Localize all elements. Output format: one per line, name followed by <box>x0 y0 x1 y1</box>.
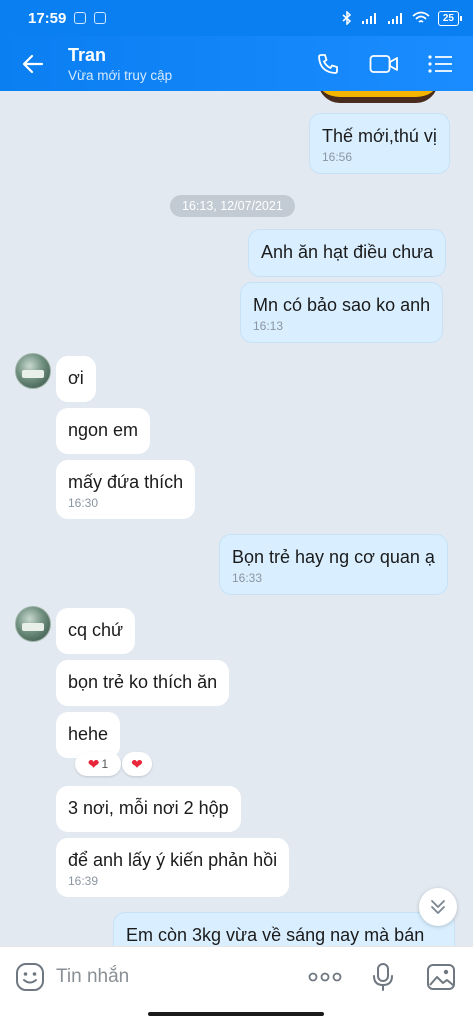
message-time: 16:33 <box>232 571 263 585</box>
message-bubble[interactable]: 3 nơi, mỗi nơi 2 hộp <box>56 786 241 832</box>
status-time: 17:59 <box>28 9 67 27</box>
bluetooth-icon <box>342 11 351 25</box>
message-time: 16:13 <box>253 319 284 333</box>
message-text: ơi <box>68 368 84 388</box>
scroll-to-bottom-button[interactable] <box>419 888 457 926</box>
message-bubble[interactable]: Mn có bảo sao ko anh 16:13 <box>240 282 444 343</box>
system-navigation-bar <box>0 1006 473 1024</box>
image-icon <box>427 963 455 990</box>
message-text: hehe <box>68 724 109 744</box>
more-options-button[interactable] <box>307 959 343 995</box>
menu-list-icon <box>428 54 452 73</box>
home-gesture-handle[interactable] <box>148 1012 324 1016</box>
back-button[interactable] <box>8 36 58 91</box>
message-text: mấy đứa thích <box>68 472 184 492</box>
message-bubble[interactable]: cq chứ <box>56 608 136 654</box>
double-chevron-down-icon <box>431 900 445 914</box>
video-call-button[interactable] <box>367 47 401 81</box>
heart-icon: ❤ <box>87 755 100 772</box>
image-picker-button[interactable] <box>423 959 459 995</box>
contact-info[interactable]: Tran Vừa mới truy cập <box>68 45 172 83</box>
message-input-bar: Tin nhắn <box>0 946 473 1006</box>
phone-icon <box>318 53 338 74</box>
date-divider: 16:13, 12/07/2021 <box>170 195 295 217</box>
message-bubble[interactable]: Thế mới,thú vị 16:56 <box>309 113 450 174</box>
emoji-icon <box>16 962 44 991</box>
message-bubble[interactable]: Em còn 3kg vừa về sáng nay mà bán <box>113 912 455 946</box>
message-text: Bọn trẻ hay ng cơ quan ạ <box>232 547 435 567</box>
chat-area[interactable]: Thế mới,thú vị 16:56 16:13, 12/07/2021 A… <box>0 91 473 946</box>
notification-icon <box>94 12 107 24</box>
contact-name: Tran <box>68 44 107 65</box>
message-text: Mn có bảo sao ko anh <box>253 295 431 315</box>
message-text: bọn trẻ ko thích ăn <box>68 672 218 692</box>
message-bubble[interactable]: ơi <box>56 356 96 402</box>
message-text: Em còn 3kg vừa về sáng nay mà bán <box>126 925 425 945</box>
message-bubble[interactable]: để anh lấy ý kiến phản hồi 16:39 <box>56 838 290 897</box>
back-arrow-icon <box>22 54 44 73</box>
notification-icon <box>74 12 87 24</box>
message-time: 16:56 <box>322 150 353 164</box>
avatar[interactable] <box>15 353 51 389</box>
wifi-icon <box>412 11 430 23</box>
message-text: cq chứ <box>68 620 124 640</box>
microphone-icon <box>373 962 393 991</box>
message-text: ngon em <box>68 420 139 440</box>
message-bubble[interactable]: Bọn trẻ hay ng cơ quan ạ 16:33 <box>219 534 448 595</box>
chat-header: Tran Vừa mới truy cập <box>0 36 473 91</box>
message-time: 16:30 <box>68 496 99 510</box>
video-call-icon <box>369 54 398 73</box>
call-button[interactable] <box>311 47 345 81</box>
reaction-badge[interactable]: ❤ 1 <box>75 752 121 776</box>
message-bubble[interactable]: Anh ăn hạt điều chưa <box>248 229 447 277</box>
options-menu-button[interactable] <box>423 47 457 81</box>
react-button[interactable]: ❤ <box>122 752 152 776</box>
status-bar: 17:59 25 <box>0 0 473 36</box>
more-options-icon <box>308 972 342 981</box>
sticker-image[interactable] <box>318 91 438 103</box>
message-input[interactable]: Tin nhắn <box>56 966 129 988</box>
message-text: 3 nơi, mỗi nơi 2 hộp <box>68 798 229 818</box>
avatar[interactable] <box>15 606 51 642</box>
message-text: Anh ăn hạt điều chưa <box>261 242 434 262</box>
heart-icon: ❤ <box>131 755 143 772</box>
message-text: Thế mới,thú vị <box>322 126 437 146</box>
signal-icon <box>387 12 402 24</box>
battery-icon: 25 <box>437 10 463 26</box>
message-bubble[interactable]: bọn trẻ ko thích ăn <box>56 660 230 706</box>
message-text: để anh lấy ý kiến phản hồi <box>68 850 278 870</box>
message-bubble[interactable]: ngon em <box>56 408 151 454</box>
reaction-count: 1 <box>101 757 109 771</box>
voice-message-button[interactable] <box>365 959 401 995</box>
contact-status: Vừa mới truy cập <box>68 67 173 83</box>
message-time: 16:39 <box>68 874 99 888</box>
signal-icon <box>361 12 376 24</box>
message-bubble[interactable]: mấy đứa thích 16:30 <box>56 460 196 519</box>
emoji-button[interactable] <box>12 959 48 995</box>
